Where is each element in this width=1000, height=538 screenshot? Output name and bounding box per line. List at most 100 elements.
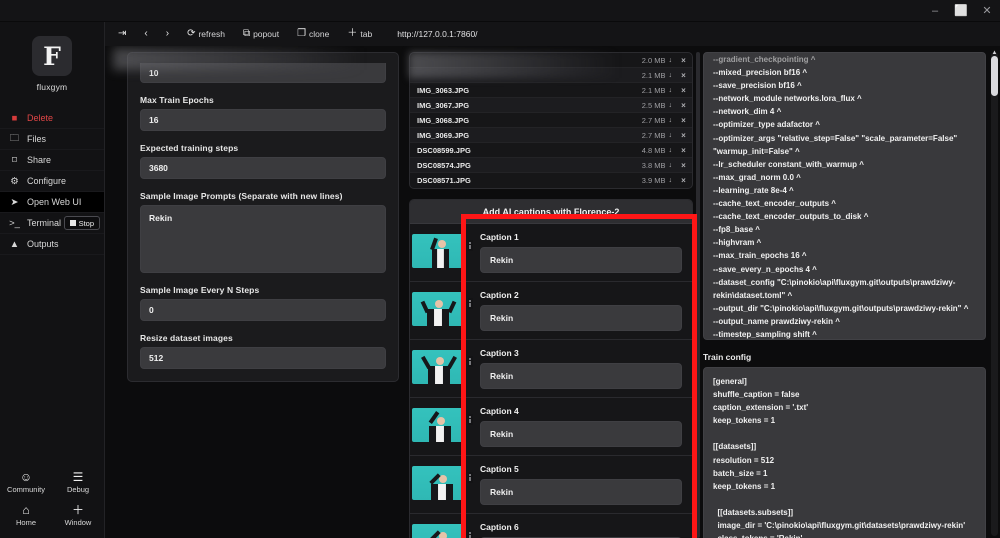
address-bar[interactable]: http://127.0.0.1:7860/ <box>381 29 477 39</box>
download-icon[interactable]: ↓ <box>669 87 673 94</box>
dataset-thumbnail[interactable] <box>412 524 464 538</box>
table-row[interactable]: DSC08571.JPG 3.9 MB ↓ × <box>410 173 692 188</box>
sidebar-bottom-community[interactable]: ☺ Community <box>0 466 52 499</box>
refresh-icon: ⟳ <box>187 28 196 39</box>
arg-line: --fp8_base ^ <box>713 225 760 235</box>
page-scrollbar[interactable]: ▲ <box>991 50 998 536</box>
table-row[interactable]: 2.1 MB ↓ × <box>410 68 692 83</box>
drag-handle[interactable] <box>466 228 474 251</box>
folder-icon: 🗀 <box>9 133 20 144</box>
sidebar-bottom-window[interactable]: ＋ Window <box>52 499 104 532</box>
sidebar-bottom-grid: ☺ Community ☰ Debug ⌂ Home ＋ Window <box>0 462 104 538</box>
download-icon[interactable]: ↓ <box>669 132 673 139</box>
download-icon[interactable]: ↓ <box>669 177 673 184</box>
page-scrollbar-thumb[interactable] <box>991 56 998 96</box>
sidebar-item-terminal[interactable]: >_ Terminal Stop <box>0 213 104 234</box>
partial-field-value[interactable]: 10 <box>140 63 386 83</box>
arg-line: --save_precision bf16 ^ <box>713 81 802 91</box>
window-icon: ＋ <box>71 503 84 517</box>
drag-handle[interactable] <box>466 460 474 483</box>
sidebar-item-open-web-ui[interactable]: ➤ Open Web UI <box>0 192 104 213</box>
caption-input[interactable]: Rekin <box>480 421 682 447</box>
drag-handle[interactable] <box>466 518 474 538</box>
remove-file-icon[interactable]: × <box>679 131 688 140</box>
arg-line: --output_name prawdziwy-rekin ^ <box>713 316 840 326</box>
drag-handle[interactable] <box>466 344 474 367</box>
remove-file-icon[interactable]: × <box>679 71 688 80</box>
back-icon: ‹ <box>144 28 148 39</box>
tab-label: tab <box>360 29 373 39</box>
list-item: Caption 4 Rekin <box>410 398 692 456</box>
arg-line: --gradient_checkpointing ^ <box>713 55 816 64</box>
sidebar-bottom-home[interactable]: ⌂ Home <box>0 499 52 532</box>
close-button[interactable]: ✕ <box>974 0 1000 22</box>
train-args-box[interactable]: --gradient_checkpointing ^ --mixed_preci… <box>703 52 986 340</box>
download-icon[interactable]: ↓ <box>669 117 673 124</box>
forward-button[interactable]: › <box>157 22 178 46</box>
remove-file-icon[interactable]: × <box>679 101 688 110</box>
dataset-thumbnail[interactable] <box>412 466 464 500</box>
refresh-button[interactable]: ⟳ refresh <box>178 22 234 46</box>
sidebar-item-delete[interactable]: ■ Delete <box>0 108 104 129</box>
train-config-box[interactable]: [general] shuffle_caption = false captio… <box>703 367 986 538</box>
trash-icon: ■ <box>11 112 18 124</box>
dataset-column-scrollbar[interactable] <box>696 52 700 538</box>
drag-handle[interactable] <box>466 286 474 309</box>
popout-button[interactable]: ⧉ popout <box>234 22 288 46</box>
clone-button[interactable]: ❐ clone <box>288 22 338 46</box>
sidebar-item-label: Delete <box>27 113 54 123</box>
table-row[interactable]: 2.0 MB ↓ × <box>410 53 692 68</box>
arg-line: --cache_text_encoder_outputs_to_disk ^ <box>713 212 869 222</box>
resize-dataset-images-input[interactable]: 512 <box>140 347 386 369</box>
dataset-thumbnail[interactable] <box>412 408 464 442</box>
new-tab-button[interactable]: ＋ tab <box>338 22 381 46</box>
table-row[interactable]: IMG_3063.JPG 2.1 MB ↓ × <box>410 83 692 98</box>
remove-file-icon[interactable]: × <box>679 56 688 65</box>
sidebar-item-files[interactable]: 🗀 Files <box>0 129 104 150</box>
logout-button[interactable]: ⇥ <box>109 22 135 46</box>
table-row[interactable]: DSC08599.JPG 4.8 MB ↓ × <box>410 143 692 158</box>
sidebar-bottom-debug[interactable]: ☰ Debug <box>52 466 104 499</box>
remove-file-icon[interactable]: × <box>679 161 688 170</box>
download-icon[interactable]: ↓ <box>669 57 673 64</box>
fluxgym-logo-icon: F <box>32 36 72 76</box>
minimize-button[interactable]: – <box>922 0 948 22</box>
download-icon[interactable]: ↓ <box>669 72 673 79</box>
download-icon[interactable]: ↓ <box>669 162 673 169</box>
dataset-thumbnail[interactable] <box>412 292 464 326</box>
caption-input[interactable]: Rekin <box>480 363 682 389</box>
add-ai-captions-button[interactable]: Add AI captions with Florence-2 <box>410 200 692 224</box>
sample-image-every-n-steps-input[interactable]: 0 <box>140 299 386 321</box>
table-row[interactable]: IMG_3068.JPG 2.7 MB ↓ × <box>410 113 692 128</box>
stop-button[interactable]: Stop <box>63 216 100 230</box>
table-row[interactable]: IMG_3067.JPG 2.5 MB ↓ × <box>410 98 692 113</box>
dataset-column: 2.0 MB ↓ × 2.1 MB ↓ × IMG_3063.JPG 2.1 M… <box>405 52 700 538</box>
max-train-epochs-input[interactable]: 16 <box>140 109 386 131</box>
field-label: Sample Image Every N Steps <box>140 285 260 295</box>
sidebar-item-share[interactable]: ⌑ Share <box>0 150 104 171</box>
remove-file-icon[interactable]: × <box>679 116 688 125</box>
download-icon[interactable]: ↓ <box>669 102 673 109</box>
caption-input[interactable]: Rekin <box>480 479 682 505</box>
sidebar-item-configure[interactable]: ⚙ Configure <box>0 171 104 192</box>
maximize-button[interactable]: ⬜ <box>948 0 974 22</box>
table-row[interactable]: IMG_3069.JPG 2.7 MB ↓ × <box>410 128 692 143</box>
sidebar-item-outputs[interactable]: ▲ Outputs <box>0 234 104 255</box>
remove-file-icon[interactable]: × <box>679 146 688 155</box>
remove-file-icon[interactable]: × <box>679 176 688 185</box>
dataset-thumbnail[interactable] <box>412 350 464 384</box>
sample-image-prompts-textarea[interactable]: Rekin <box>140 205 386 273</box>
sidebar-item-label: Configure <box>27 176 67 186</box>
dataset-thumbnail[interactable] <box>412 234 464 268</box>
caption-input[interactable]: Rekin <box>480 305 682 331</box>
sidebar-item-label: Open Web UI <box>27 197 82 207</box>
remove-file-icon[interactable]: × <box>679 86 688 95</box>
expected-training-steps-input[interactable]: 3680 <box>140 157 386 179</box>
download-icon[interactable]: ↓ <box>669 147 673 154</box>
table-row[interactable]: DSC08574.JPG 3.8 MB ↓ × <box>410 158 692 173</box>
caption-input[interactable]: Rekin <box>480 247 682 273</box>
back-button[interactable]: ‹ <box>135 22 156 46</box>
rocket-icon: ➤ <box>10 196 19 208</box>
drag-handle[interactable] <box>466 402 474 425</box>
browser-pane: ⇥ ‹ › ⟳ refresh ⧉ popout ❐ clone ＋ tab h… <box>105 22 1000 538</box>
